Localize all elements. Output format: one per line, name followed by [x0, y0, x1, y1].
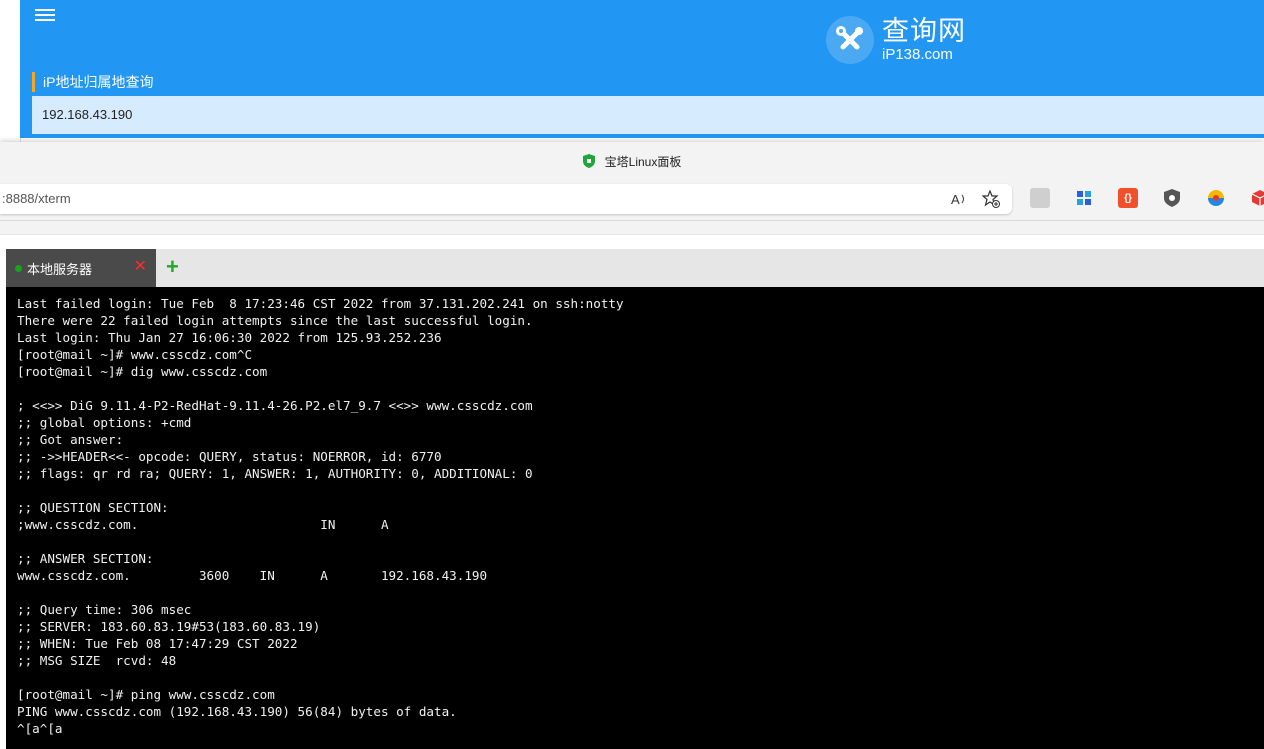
terminal-line: Last login: Thu Jan 27 16:06:30 2022 fro…: [17, 330, 442, 345]
terminal-line: www.csscdz.com. 3600 IN A 192.168.43.190: [17, 568, 488, 583]
tools-icon: [826, 16, 874, 64]
terminal-line: There were 22 failed login attempts sinc…: [17, 313, 533, 328]
terminal-line: ;www.csscdz.com. IN A: [17, 517, 389, 532]
window-title-bar: 宝塔Linux面板: [0, 142, 1264, 180]
read-aloud-icon[interactable]: A: [948, 188, 970, 210]
terminal-line: [root@mail ~]# dig www.csscdz.com: [17, 364, 268, 379]
terminal-line: ; <<>> DiG 9.11.4-P2-RedHat-9.11.4-26.P2…: [17, 398, 533, 413]
ip-result-row: 192.168.43.190: [32, 96, 1264, 134]
add-favorite-star-icon[interactable]: [980, 188, 1002, 210]
terminal-line: Last failed login: Tue Feb 8 17:23:46 CS…: [17, 296, 624, 311]
json-extension-icon[interactable]: {}: [1118, 188, 1138, 208]
terminal-line: ;; ->>HEADER<<- opcode: QUERY, status: N…: [17, 449, 442, 464]
terminal-line: [root@mail ~]# www.csscdz.com^C: [17, 347, 253, 362]
ip138-logo[interactable]: 查询网 iP138.com: [826, 16, 966, 64]
terminal-line: ;; flags: qr rd ra; QUERY: 1, ANSWER: 1,…: [17, 466, 533, 481]
monitor-extension-icon[interactable]: [1030, 188, 1050, 208]
address-bar[interactable]: :8888/xterm A: [0, 184, 1012, 214]
hamburger-menu-icon[interactable]: [35, 6, 55, 24]
section-title: iP地址归属地查询: [32, 72, 153, 92]
add-tab-button[interactable]: +: [166, 256, 179, 278]
connected-status-dot: [15, 264, 22, 272]
terminal-line: [root@mail ~]# ping www.csscdz.com: [17, 687, 275, 702]
baota-shield-icon: [582, 154, 595, 168]
terminal-line: ;; ANSWER SECTION:: [17, 551, 154, 566]
terminal-output[interactable]: Last failed login: Tue Feb 8 17:23:46 CS…: [6, 287, 1264, 737]
svg-text:A: A: [951, 192, 960, 207]
browser-window: 宝塔Linux面板 :8888/xterm A {} 本地服务器 ✕ + Las…: [0, 142, 1264, 749]
close-tab-icon[interactable]: ✕: [134, 258, 147, 276]
terminal-line: ;; Got answer:: [17, 432, 124, 447]
left-strip: [0, 0, 21, 142]
terminal-console[interactable]: Last failed login: Tue Feb 8 17:23:46 CS…: [6, 287, 1264, 749]
address-url[interactable]: :8888/xterm: [2, 191, 71, 206]
extension-toolbar: {}: [1030, 188, 1264, 208]
red-cube-extension-icon[interactable]: [1250, 188, 1264, 208]
terminal-line: ;; MSG SIZE rcvd: 48: [17, 653, 177, 668]
terminal-line: ^[a^[a: [17, 721, 63, 736]
logo-cn-text: 查询网: [882, 16, 966, 46]
ip138-page: 查询网 iP138.com iP地址归属地查询 192.168.43.190: [0, 0, 1264, 142]
terminal-line: ;; WHEN: Tue Feb 08 17:47:29 CST 2022: [17, 636, 298, 651]
terminal-tab-strip: 本地服务器 ✕ +: [6, 249, 1264, 287]
apps-extension-icon[interactable]: [1074, 188, 1094, 208]
terminal-tab-local-server[interactable]: 本地服务器 ✕: [6, 249, 156, 287]
toolbar-divider: [0, 220, 1264, 221]
terminal-line: ;; QUESTION SECTION:: [17, 500, 169, 515]
ip138-header: 查询网 iP138.com iP地址归属地查询 192.168.43.190: [20, 0, 1264, 138]
ublock-shield-icon[interactable]: [1162, 188, 1182, 208]
window-title: 宝塔Linux面板: [604, 154, 682, 169]
colorful-bird-extension-icon[interactable]: [1206, 188, 1226, 208]
xterm-page: 本地服务器 ✕ + Last failed login: Tue Feb 8 1…: [0, 235, 1264, 749]
terminal-line: PING www.csscdz.com (192.168.43.190) 56(…: [17, 704, 457, 719]
terminal-tab-label: 本地服务器: [27, 261, 93, 277]
logo-en-text: iP138.com: [882, 46, 953, 63]
terminal-line: ;; Query time: 306 msec: [17, 602, 192, 617]
terminal-line: ;; SERVER: 183.60.83.19#53(183.60.83.19): [17, 619, 321, 634]
terminal-line: ;; global options: +cmd: [17, 415, 192, 430]
